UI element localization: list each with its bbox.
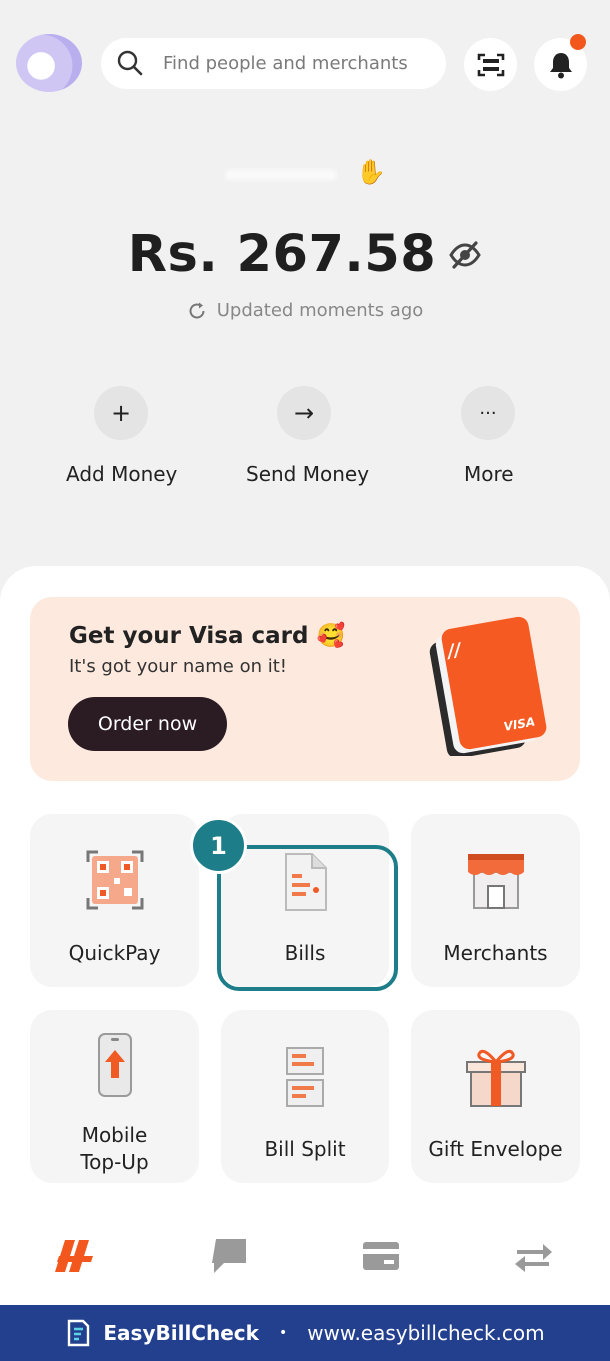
visa-card-illustration: // VISA: [429, 616, 547, 756]
step-badge: 1: [190, 817, 247, 874]
home-logo-icon: [55, 1240, 93, 1272]
nav-home[interactable]: [52, 1232, 100, 1280]
updated-text: Updated moments ago: [216, 300, 424, 321]
nav-card[interactable]: [357, 1232, 405, 1280]
gift-envelope-tile[interactable]: Gift Envelope: [411, 1010, 580, 1183]
profile-avatar[interactable]: [16, 34, 82, 92]
notification-dot: [570, 34, 586, 50]
balance-amount: Rs. 267.58: [127, 225, 437, 284]
bell-icon: [549, 52, 572, 78]
nav-chat[interactable]: [204, 1232, 252, 1280]
order-now-button[interactable]: Order now: [68, 697, 227, 751]
eye-hidden-icon[interactable]: [448, 238, 482, 272]
scan-button[interactable]: [464, 38, 517, 91]
search-icon: [117, 50, 143, 76]
search-placeholder[interactable]: Find people and merchants: [163, 51, 408, 77]
add-money-button[interactable]: + Add Money: [66, 386, 178, 486]
mobile-topup-tile[interactable]: Mobile Top-Up: [30, 1010, 199, 1183]
bill-split-icon: [286, 1047, 324, 1107]
card-icon: [363, 1242, 399, 1270]
footer-separator: •: [278, 1325, 288, 1341]
bills-highlight-frame: [217, 845, 398, 991]
qr-code-icon: [86, 850, 143, 910]
scan-icon: [477, 53, 504, 76]
gift-icon: [465, 1049, 526, 1107]
banner-title: Get your Visa card 🥰: [69, 623, 346, 649]
bill-split-label: Bill Split: [264, 1137, 346, 1161]
more-label: More: [464, 462, 514, 486]
banner-subtitle: It's got your name on it!: [69, 656, 288, 677]
updated-status: Updated moments ago: [0, 300, 610, 321]
quickpay-label: QuickPay: [68, 941, 161, 965]
send-money-label: Send Money: [246, 462, 370, 486]
merchants-label: Merchants: [443, 941, 548, 965]
footer-brand: EasyBillCheck: [103, 1321, 259, 1345]
greeting-redacted: ✋: [220, 150, 400, 196]
balance-row: Rs. 267.58: [0, 225, 610, 284]
bill-split-tile[interactable]: Bill Split: [221, 1010, 389, 1183]
storefront-icon: [467, 854, 524, 909]
nav-transfer[interactable]: [509, 1232, 557, 1280]
mobile-topup-label-text: Mobile Top-Up: [80, 1123, 149, 1174]
transfer-icon: [515, 1244, 552, 1272]
wave-hand-icon: ✋: [356, 158, 386, 186]
plus-icon: +: [94, 386, 148, 440]
chat-icon: [212, 1239, 246, 1273]
send-money-button[interactable]: → Send Money: [245, 386, 369, 486]
merchants-tile[interactable]: Merchants: [411, 814, 580, 987]
footer-bar: EasyBillCheck • www.easybillcheck.com: [0, 1305, 610, 1361]
quickpay-tile[interactable]: QuickPay: [30, 814, 199, 987]
more-dots-icon: ···: [461, 386, 515, 440]
mobile-topup-icon: [97, 1033, 132, 1097]
add-money-label: Add Money: [66, 462, 178, 486]
gift-envelope-label: Gift Envelope: [428, 1137, 563, 1161]
easybillcheck-logo-icon: [68, 1319, 90, 1347]
refresh-icon[interactable]: [187, 301, 207, 321]
more-button[interactable]: ··· More: [460, 386, 520, 486]
arrow-right-icon: →: [277, 386, 331, 440]
mobile-topup-label: Mobile Top-Up: [30, 1122, 199, 1176]
footer-url[interactable]: www.easybillcheck.com: [307, 1321, 544, 1345]
